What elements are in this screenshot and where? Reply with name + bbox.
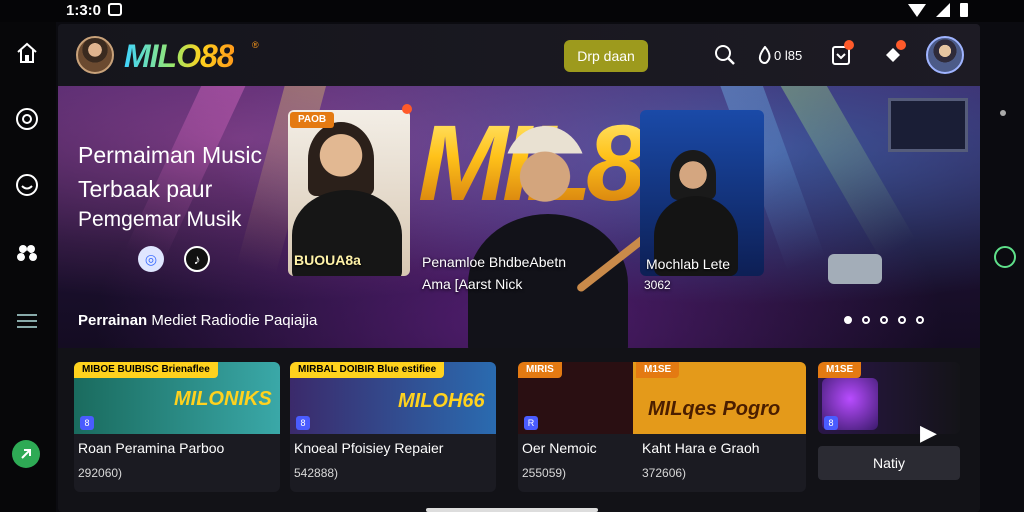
flame-icon <box>758 46 771 64</box>
tile-tag: MIBOE BUIBISC Brienaflee <box>74 362 218 378</box>
menu-icon[interactable] <box>14 308 40 334</box>
fire-icon[interactable]: ♪ <box>184 246 210 272</box>
nav-rail <box>0 22 56 512</box>
gift-icon[interactable] <box>880 40 906 68</box>
artist-portrait <box>308 122 374 196</box>
tile-count: 542888) <box>294 466 339 480</box>
tile-title: Oer Nemoic <box>522 440 597 456</box>
notification-app-icon <box>108 3 122 16</box>
card-count: 3062 <box>644 278 671 292</box>
slide-dot[interactable] <box>844 316 852 324</box>
smile-icon[interactable] <box>14 172 40 198</box>
logo-registered-mark: ® <box>252 40 259 50</box>
battery-icon <box>960 3 968 17</box>
wifi-icon <box>908 3 926 17</box>
arrow-up-right-icon[interactable] <box>12 440 40 468</box>
slide-dot[interactable] <box>916 316 924 324</box>
coins-label: 0 l85 <box>774 47 803 63</box>
slide-dot[interactable] <box>862 316 870 324</box>
notification-icon[interactable] <box>828 40 854 68</box>
tile-art-text: MILqes Pogro <box>648 398 781 420</box>
card-tag: PAOB <box>290 112 335 128</box>
hero-caption-bold: Perrainan <box>78 312 148 329</box>
game-tile-wide[interactable]: MILqes Pogro MIRIS M1SE R Oer Nemoic Kah… <box>518 362 806 492</box>
slide-indicator[interactable] <box>844 316 924 324</box>
game-tile-partial[interactable]: M1SE 8 <box>818 362 960 434</box>
signal-icon <box>936 3 950 17</box>
slide-dot[interactable] <box>898 316 906 324</box>
tile-badge: 8 <box>80 416 94 430</box>
tile-count: 255059) <box>522 466 567 480</box>
guitarist-portrait <box>670 150 716 200</box>
tile-tag: MIRIS <box>518 362 562 378</box>
tile-tag: M1SE <box>636 362 680 378</box>
guitar-body <box>828 254 882 284</box>
home-icon[interactable] <box>14 40 40 66</box>
search-icon[interactable] <box>712 42 738 68</box>
tile-badge: 8 <box>824 416 838 430</box>
notify-button[interactable]: Natiy <box>818 446 960 480</box>
tile-count: 292060) <box>78 466 123 480</box>
center-title: Penamloe BhdbeAbetn <box>422 254 566 270</box>
tile-title: Knoeal Pfoisiey Repaier <box>294 440 444 456</box>
tile-tag: M1SE <box>818 362 862 378</box>
hero-banner[interactable]: Permaiman Music Terbaak paur Pemgemar Mu… <box>58 86 980 348</box>
profile-avatar[interactable] <box>76 36 114 74</box>
tile-tag: MIRBAL DOIBIR Blue estifiee <box>290 362 445 378</box>
tile-art-text: MILONIKS <box>174 388 272 410</box>
globe-icon[interactable]: ◎ <box>138 246 164 272</box>
cta-button[interactable]: Drp daan <box>564 40 648 72</box>
notification-badge <box>844 40 854 50</box>
cluster-icon[interactable] <box>14 240 40 266</box>
app-window: MILO88 ® Drp daan 0 l85 Permaiman Music … <box>58 24 980 512</box>
app-logo: MILO88 <box>124 38 235 74</box>
game-tile[interactable]: MILONIKS MIBOE BUIBISC Brienaflee 8 Roan… <box>74 362 280 492</box>
hero-card-guitarist[interactable]: Mochlab Lete <box>640 110 764 276</box>
game-tile[interactable]: MILOH66 MIRBAL DOIBIR Blue estifiee 8 Kn… <box>290 362 496 492</box>
tile-title: Kaht Hara e Graoh <box>642 440 760 456</box>
card-title: Mochlab Lete <box>646 256 731 272</box>
user-avatar[interactable] <box>926 36 964 74</box>
home-indicator[interactable] <box>426 508 598 512</box>
status-indicators <box>908 3 968 17</box>
hero-card-badge <box>402 104 412 114</box>
side-dot <box>1000 110 1006 116</box>
tile-count: 372606) <box>642 466 687 480</box>
side-ring-icon[interactable] <box>994 246 1016 268</box>
slide-dot[interactable] <box>880 316 888 324</box>
singer-portrait <box>504 126 586 218</box>
gift-badge <box>896 40 906 50</box>
tile-title: Roan Peramina Parboo <box>78 440 225 456</box>
tile-badge: R <box>524 416 538 430</box>
game-tiles-row: MILONIKS MIBOE BUIBISC Brienaflee 8 Roan… <box>58 348 980 512</box>
hero-caption: Perrainan Mediet Radiodie Paqiajia <box>78 312 317 329</box>
center-subtitle: Ama [Aarst Nick <box>422 276 523 292</box>
status-bar: 1:3:0 <box>0 0 1024 22</box>
card-title: BUOUA8a <box>294 252 361 268</box>
hero-caption-rest: Mediet Radiodie Paqiajia <box>151 312 318 329</box>
stage-monitor <box>888 98 968 152</box>
coins-widget[interactable]: 0 l85 <box>758 42 804 68</box>
tile-art-text: MILOH66 <box>398 390 485 412</box>
status-time: 1:3:0 <box>66 2 102 19</box>
top-bar: MILO88 ® Drp daan 0 l85 <box>58 24 980 86</box>
tile-badge: 8 <box>296 416 310 430</box>
hero-card-artist[interactable]: PAOB BUOUA8a <box>288 110 410 276</box>
next-arrow-icon[interactable]: ▶ <box>920 420 937 446</box>
vinyl-icon[interactable] <box>14 106 40 132</box>
hero-title: Permaiman Music Terbaak paur <box>78 142 263 202</box>
hero-subtitle: Pemgemar Musik <box>78 208 242 231</box>
